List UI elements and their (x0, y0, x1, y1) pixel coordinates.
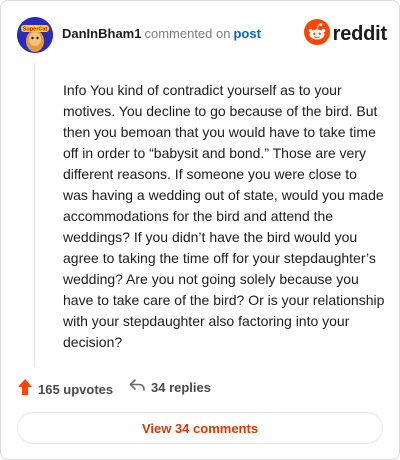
user-avatar-icon[interactable]: SuperCat (17, 17, 53, 53)
reddit-snoo-icon (303, 18, 330, 50)
thread-line (34, 63, 35, 367)
replies-button[interactable]: 34 replies (129, 378, 211, 397)
comment-card: SuperCat DanInBham1 commented on post re… (0, 0, 400, 460)
view-comments-button[interactable]: View 34 comments (17, 412, 383, 444)
post-link[interactable]: post (233, 26, 260, 41)
svg-text:SuperCat: SuperCat (23, 27, 48, 33)
comment-byline: DanInBham1 commented on post (62, 25, 261, 43)
comment-actions: 165 upvotes 34 replies (17, 378, 377, 398)
reply-count: 34 replies (151, 380, 211, 395)
reddit-logo: reddit (303, 18, 388, 50)
upvote-button[interactable]: 165 upvotes (17, 378, 113, 401)
reply-arrow-icon (129, 378, 145, 397)
upvote-count: 165 upvotes (38, 382, 114, 397)
author-name[interactable]: DanInBham1 (62, 26, 141, 41)
commented-on-text: commented on (144, 26, 231, 41)
comment-body: Info You kind of contradict yourself as … (63, 82, 385, 350)
reddit-wordmark: reddit (332, 22, 388, 45)
upvote-arrow-icon (17, 378, 33, 401)
comment-header: SuperCat DanInBham1 commented on post re… (17, 17, 387, 53)
